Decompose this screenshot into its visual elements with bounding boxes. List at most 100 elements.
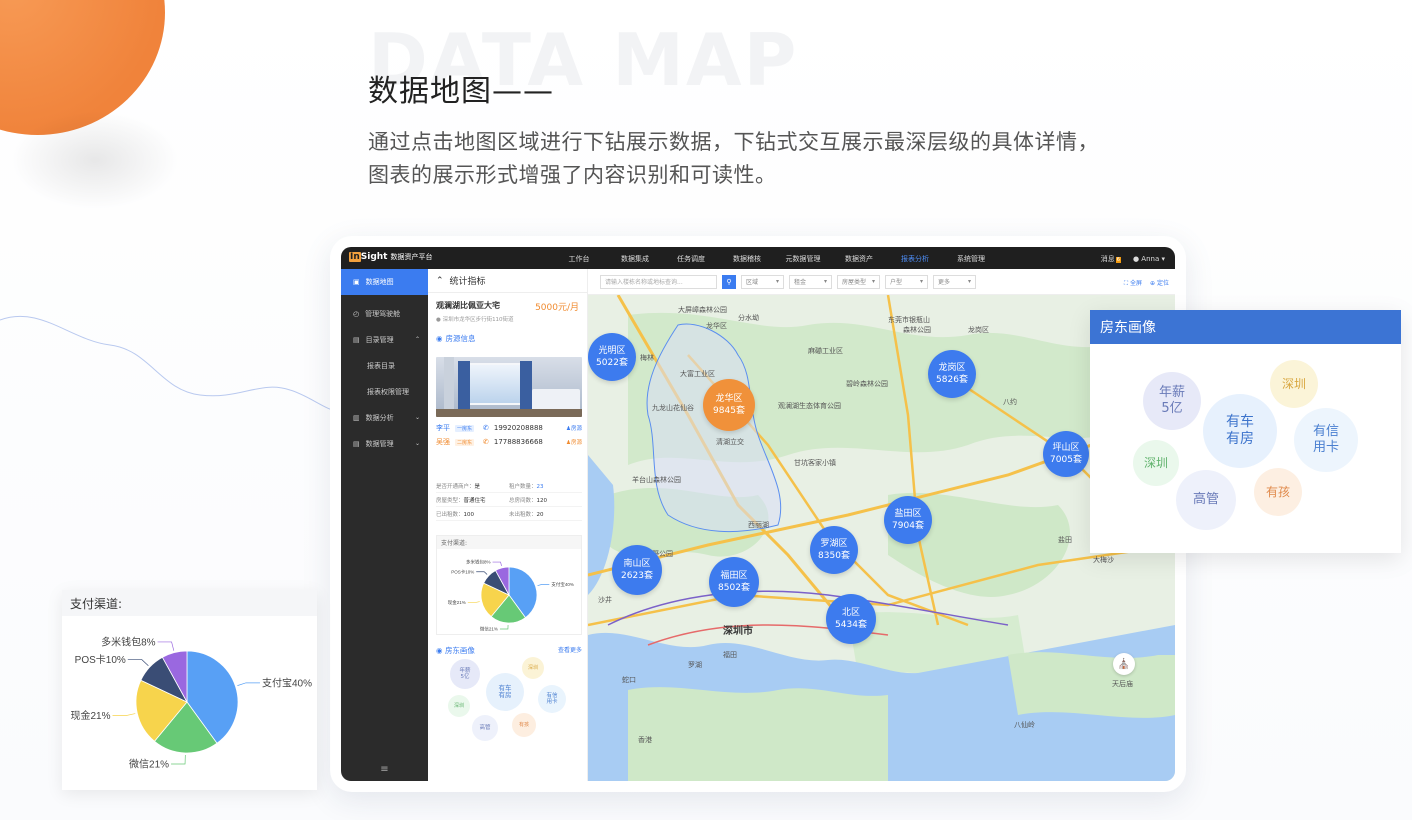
messages-badge: 6: [1115, 257, 1121, 263]
view-more-link[interactable]: 查看更多: [558, 645, 582, 656]
stats-value: 100: [463, 511, 475, 518]
sidebar-item[interactable]: ▤ 数据管理 ⌄: [341, 431, 428, 457]
district-bubble[interactable]: 罗湖区 8350套: [810, 526, 858, 574]
search-button[interactable]: ⚲: [722, 274, 736, 289]
property-photo[interactable]: [436, 357, 582, 417]
portrait-tag[interactable]: 有孩: [1254, 468, 1302, 516]
portrait-tag[interactable]: 深圳: [1133, 440, 1179, 486]
stats-label: 已出租数：: [436, 511, 464, 518]
filter-label: 房屋类型: [842, 279, 867, 286]
nav-item[interactable]: 系统管理: [943, 254, 999, 264]
sidebar-item[interactable]: 报表权限管理: [341, 379, 428, 405]
map-place-label: 麻磡工业区: [808, 347, 843, 355]
sidebar-item-label: 报表目录: [367, 362, 395, 370]
district-bubble[interactable]: 龙华区 9845套: [703, 379, 755, 431]
collapse-menu-icon[interactable]: ≡: [341, 764, 428, 775]
hero-title: 数据地图——: [368, 74, 554, 109]
portrait-tag-text: 年薪: [1158, 385, 1185, 400]
nav-item[interactable]: 数据资产: [831, 254, 887, 264]
pie-leader-line: [492, 561, 502, 567]
app-logo[interactable]: InSight 数据资产平台: [349, 252, 432, 262]
portrait-mini-tag[interactable]: 有车 有房: [486, 673, 524, 711]
district-bubble[interactable]: 盐田区 7904套: [884, 496, 932, 544]
portrait-mini-tag-text: 有孩: [518, 722, 529, 728]
nav-item[interactable]: 任务调度: [663, 254, 719, 264]
map-place-label: 八仙岭: [1014, 721, 1035, 729]
district-bubble[interactable]: 光明区 5022套: [588, 333, 636, 381]
sidebar-item[interactable]: ▤ 目录管理 ⌃: [341, 327, 428, 353]
contact-phone[interactable]: 17788836668: [494, 438, 543, 446]
district-count: 5434套: [835, 620, 867, 630]
portrait-mini-tag[interactable]: 有信 用卡: [538, 685, 566, 713]
district-bubble[interactable]: 福田区 8502套: [709, 557, 759, 607]
pie-slice-label: 现金21%: [70, 709, 110, 722]
collapse-icon[interactable]: ⌃: [436, 276, 444, 286]
landmark-marker[interactable]: ⛪: [1113, 653, 1135, 675]
portrait-card: 房东画像 年薪 5亿 深圳 有车 有房 有信 用卡 深圳 高管 有孩: [1090, 310, 1401, 553]
messages-button[interactable]: 消息 6: [1101, 254, 1121, 264]
nav-item[interactable]: 元数据管理: [775, 254, 831, 264]
sidebar-item[interactable]: ◴ 管理驾驶舱: [341, 301, 428, 327]
nav-item[interactable]: 数据集成: [607, 254, 663, 264]
portrait-tag[interactable]: 深圳: [1270, 360, 1318, 408]
pie-leader-line: [476, 571, 488, 575]
portrait-mini-tag-text: 5亿: [460, 674, 470, 680]
district-count: 9845套: [713, 406, 745, 416]
chevron-down-icon: ▾: [967, 278, 971, 285]
portrait-mini-tag[interactable]: 有孩: [512, 713, 536, 737]
main-nav: 工作台 数据集成 任务调度 数据稽核 元数据管理 数据资产 报表分析 系统管理: [551, 254, 999, 264]
district-bubble[interactable]: 坪山区 7005套: [1043, 431, 1089, 477]
portrait-tag[interactable]: 年薪 5亿: [1143, 372, 1201, 430]
filter-select[interactable]: 户型 ▾: [885, 274, 928, 289]
district-name: 罗湖区: [820, 539, 848, 549]
map-canvas[interactable]: 大屏嶂森林公园 东莞市银瓶山 森林公园 分水坳 龙华区 梅林 大富工业区 九龙山花仙谷 观澜湖生…: [588, 295, 1175, 781]
contact-tag: 二房东: [455, 438, 475, 446]
locate-icon: ⊕: [1150, 280, 1156, 287]
filter-select[interactable]: 租金 ▾: [789, 274, 832, 289]
district-bubble[interactable]: 北区 5434套: [826, 594, 876, 644]
stats-cell: 租户数量：23: [509, 482, 582, 490]
map-place-label: 蛇口: [622, 676, 636, 684]
district-bubble[interactable]: 南山区 2623套: [612, 545, 662, 595]
portrait-tag[interactable]: 有车 有房: [1203, 394, 1277, 468]
contact-row: 吴强 二房东 ✆ 17788836668 ♟房源: [436, 437, 582, 447]
property-title: 观澜湖比佩亚大宅: [436, 301, 500, 310]
locate-button[interactable]: ⊕ 定位: [1150, 278, 1169, 288]
portrait-tag-text: 高管: [1192, 492, 1219, 507]
photo-curtain: [520, 361, 532, 411]
sidebar-item-label: 报表权限管理: [367, 388, 409, 396]
stats-cell: 房屋类型：普通住宅: [436, 496, 509, 504]
district-bubble[interactable]: 龙岗区 5826套: [928, 350, 976, 398]
portrait-mini-tag[interactable]: 深圳: [522, 657, 544, 679]
sidebar-item[interactable]: 报表目录: [341, 353, 428, 379]
portrait-mini-tag[interactable]: 高管: [472, 715, 498, 741]
nav-item[interactable]: 报表分析: [887, 254, 943, 264]
filter-select[interactable]: 更多 ▾: [933, 274, 976, 289]
sidebar-item[interactable]: ▥ 数据分析 ⌄: [341, 405, 428, 431]
filter-select[interactable]: 区域 ▾: [741, 274, 784, 289]
fullscreen-button[interactable]: ⛶ 全屏: [1124, 278, 1142, 288]
stats-cell: 总房间数：120: [509, 496, 582, 504]
nav-item[interactable]: 数据稽核: [719, 254, 775, 264]
map-place-label: 深圳市: [723, 626, 753, 637]
decorative-wave: [0, 315, 340, 413]
nav-item[interactable]: 工作台: [551, 254, 607, 264]
portrait-tag[interactable]: 有信 用卡: [1294, 408, 1358, 472]
district-count: 7005套: [1050, 455, 1082, 465]
contact-role-label: 房源: [570, 440, 582, 446]
fullscreen-label: 全屏: [1130, 280, 1143, 287]
detail-panel: ⌃ 统计指标 观澜湖比佩亚大宅 5000元/月 ● 深圳市龙华区步行街110街道…: [428, 269, 588, 781]
stats-value: 120: [536, 497, 548, 504]
filter-select[interactable]: 房屋类型 ▾: [837, 274, 880, 289]
user-menu[interactable]: ● Anna ▾: [1133, 255, 1165, 263]
portrait-tag[interactable]: 高管: [1176, 470, 1236, 530]
map-search-input[interactable]: 请输入楼栋名称或地标查询...: [600, 274, 717, 289]
info-icon: ◉: [436, 334, 443, 343]
map-tools: ⛶ 全屏 ⊕ 定位: [1124, 278, 1169, 288]
contact-phone[interactable]: 19920208888: [494, 424, 543, 432]
portrait-mini-tag[interactable]: 年薪 5亿: [450, 659, 480, 689]
chevron-down-icon: ▾: [823, 278, 827, 285]
portrait-mini-tag[interactable]: 深圳: [448, 695, 470, 717]
portrait-heading: ◉ 房东画像 查看更多: [436, 645, 582, 656]
sidebar-item[interactable]: ▣ 数据地图: [341, 269, 428, 295]
